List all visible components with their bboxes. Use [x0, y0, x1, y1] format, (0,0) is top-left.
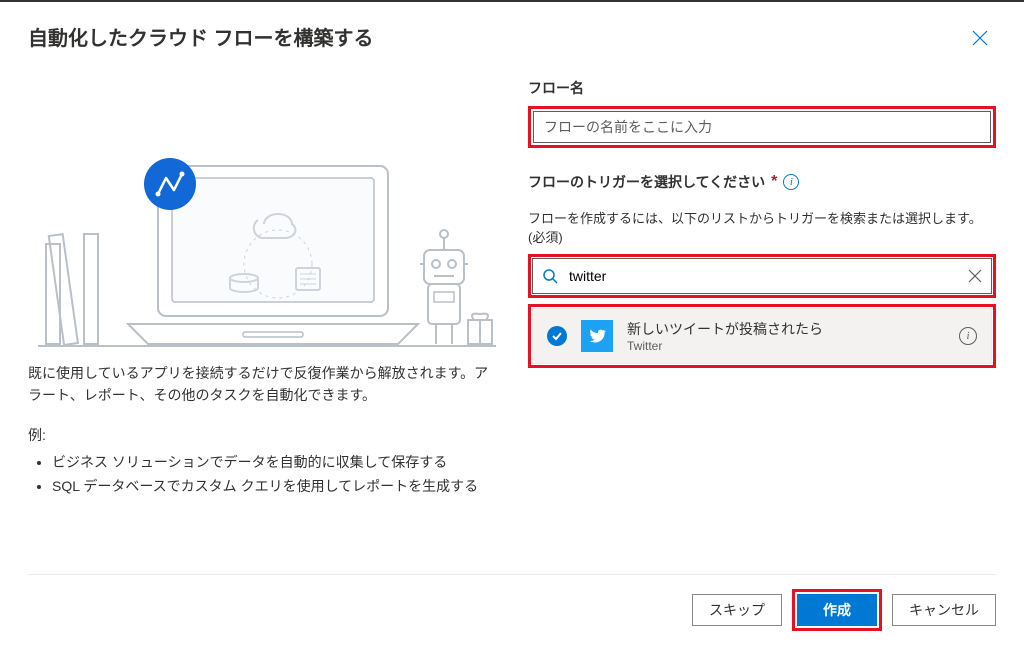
selected-check-icon — [547, 326, 567, 346]
cancel-button[interactable]: キャンセル — [892, 594, 996, 626]
example-item: SQL データベースでカスタム クエリを使用してレポートを生成する — [52, 475, 498, 499]
highlight-search — [528, 254, 996, 298]
dialog-title: 自動化したクラウド フローを構築する — [28, 22, 374, 51]
twitter-icon — [581, 320, 613, 352]
trigger-info-icon[interactable]: i — [959, 327, 977, 345]
trigger-helper-text: フローを作成するには、以下のリストからトリガーを検索または選択します。(必須) — [528, 208, 996, 246]
close-button[interactable] — [964, 22, 996, 54]
examples-label: 例: — [28, 425, 498, 445]
create-button[interactable]: 作成 — [797, 594, 877, 626]
dialog-description: 既に使用しているアプリを接続するだけで反復作業から解放されます。アラート、レポー… — [28, 362, 498, 407]
close-icon — [972, 30, 988, 46]
highlight-create: 作成 — [792, 589, 882, 631]
flow-name-label: フロー名 — [528, 78, 996, 98]
trigger-label: フローのトリガーを選択してください — [528, 172, 765, 192]
hero-illustration — [28, 74, 498, 354]
trigger-search-input[interactable] — [532, 258, 992, 294]
trigger-item-title: 新しいツイートが投稿されたら — [627, 319, 945, 339]
trigger-item-connector: Twitter — [627, 339, 945, 353]
examples-list: ビジネス ソリューションでデータを自動的に収集して保存する SQL データベース… — [28, 451, 498, 499]
highlight-trigger-item: 新しいツイートが投稿されたら Twitter i — [528, 304, 996, 368]
skip-button[interactable]: スキップ — [692, 594, 782, 626]
example-item: ビジネス ソリューションでデータを自動的に収集して保存する — [52, 451, 498, 475]
clear-icon[interactable] — [968, 269, 982, 283]
trigger-item[interactable]: 新しいツイートが投稿されたら Twitter i — [532, 308, 992, 364]
info-icon[interactable]: i — [783, 174, 799, 190]
required-asterisk: * — [771, 173, 777, 191]
highlight-flow-name — [528, 106, 996, 148]
flow-name-input[interactable] — [533, 111, 991, 143]
search-icon — [542, 268, 558, 284]
